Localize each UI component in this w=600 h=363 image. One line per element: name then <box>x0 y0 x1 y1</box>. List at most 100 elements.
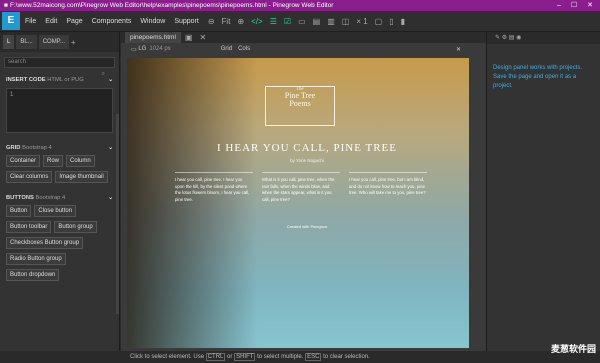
grid-items: Container Row Column Clear columns Image… <box>0 155 119 187</box>
left-panel: L BL... COMP... + search ⌕ INSERT CODE H… <box>0 32 120 351</box>
code-view-icon[interactable]: </> <box>251 17 263 26</box>
right-panel-toolbar: ✎ ⚙ ▤ ◉ <box>487 32 600 44</box>
line-number: 1 <box>10 92 14 98</box>
close-preview-icon[interactable]: ✕ <box>456 46 461 53</box>
section-title: GRID <box>6 145 21 151</box>
search-icon[interactable]: ⌕ <box>102 71 105 78</box>
inspector-icon[interactable]: ▭ <box>298 17 306 26</box>
component-button[interactable]: Button <box>6 205 32 217</box>
settings-icon[interactable]: ⚙ <box>502 35 509 41</box>
tab-components[interactable]: COMP... <box>38 35 69 49</box>
key-ctrl: CTRL <box>205 353 226 361</box>
poem-column-1: I hear you call, pine tree, I hear you u… <box>175 172 253 203</box>
component-row[interactable]: Row <box>43 155 64 167</box>
maximize-button[interactable]: ☐ <box>568 0 580 11</box>
monitor-icon[interactable]: ▭ <box>131 46 138 53</box>
viewport-width: 1024 px <box>149 46 171 52</box>
menu-bar: E File Edit Page Components Window Suppo… <box>0 11 600 32</box>
desktop-icon[interactable]: ▢ <box>375 17 383 26</box>
minimize-button[interactable]: – <box>553 0 565 11</box>
fit-button[interactable]: Fit <box>222 17 231 26</box>
component-radio-button-group[interactable]: Radio Button group <box>6 253 66 265</box>
menu-file[interactable]: File <box>25 18 36 25</box>
poem-heading: I HEAR YOU CALL, PINE TREE <box>217 142 397 154</box>
design-icon[interactable]: ✎ <box>495 35 502 41</box>
pine-tree-image <box>127 58 257 348</box>
files-icon[interactable]: ▤ <box>509 35 516 41</box>
component-button-dropdown[interactable]: Button dropdown <box>6 269 60 281</box>
left-panel-tabs: L BL... COMP... + <box>0 32 119 52</box>
window-title: F:\www.52maicong.com\Pinegrow Web Editor… <box>10 2 334 9</box>
multiplier-label[interactable]: × 1 <box>356 17 367 26</box>
close-button[interactable]: ✕ <box>584 0 596 11</box>
menu-window[interactable]: Window <box>140 18 165 25</box>
eye-icon[interactable]: ◉ <box>516 35 521 41</box>
page-preview[interactable]: The Pine Tree Poems I HEAR YOU CALL, PIN… <box>127 58 469 348</box>
search-input[interactable]: search <box>4 57 115 68</box>
watermark: 麦葱软件园 <box>550 344 596 354</box>
status-text: to clear selection. <box>323 354 370 360</box>
check-icon[interactable]: ☑ <box>284 17 291 26</box>
component-image-thumbnail[interactable]: Image thumbnail <box>55 171 108 183</box>
columns-icon[interactable]: ▥ <box>327 17 335 26</box>
chevron-down-icon[interactable]: ⌄ <box>108 195 113 201</box>
component-checkboxes-button-group[interactable]: Checkboxes Button group <box>6 237 84 249</box>
grid-header[interactable]: GRID Bootstrap 4 ⌄ <box>0 141 119 155</box>
section-subtitle: Bootstrap 4 <box>22 145 52 151</box>
viewport-bar: ▭ LG 1024 px Grid Cols ✕ <box>121 43 486 55</box>
section-subtitle: HTML or PUG <box>47 77 84 83</box>
left-scrollbar[interactable] <box>116 114 119 314</box>
phone-icon[interactable]: ▮ <box>401 17 405 26</box>
button-items: Button Close button Button toolbar Butto… <box>0 205 119 285</box>
app-icon: ■ <box>4 2 8 9</box>
editor-tabs: pinepoems.html ▣ ✕ <box>121 32 486 43</box>
pinegrow-logo-icon[interactable]: E <box>2 12 20 30</box>
grid-toggle[interactable]: Grid <box>221 46 232 52</box>
chevron-down-icon[interactable]: ⌄ <box>108 77 113 83</box>
poem-column-2: What is it you call, pine tree, when the… <box>262 172 340 203</box>
title-bar: ■ F:\www.52maicong.com\Pinegrow Web Edit… <box>0 0 600 11</box>
poem-byline: by Yone Noguchi <box>290 158 324 163</box>
code-editor[interactable]: 1 <box>6 88 113 133</box>
menu-edit[interactable]: Edit <box>45 18 57 25</box>
tab-library[interactable]: L <box>3 35 15 49</box>
component-button-toolbar[interactable]: Button toolbar <box>6 221 52 233</box>
status-bar: Click to select element. Use CTRL or SHI… <box>0 351 600 363</box>
status-text: to select multiple. <box>257 354 304 360</box>
component-clear-columns[interactable]: Clear columns <box>6 171 53 183</box>
status-text: Click to select element. Use <box>130 354 205 360</box>
menu-support[interactable]: Support <box>174 18 199 25</box>
design-panel-message: Design panel works with projects. Save t… <box>493 65 583 89</box>
add-tab-icon[interactable]: + <box>71 38 76 47</box>
component-container[interactable]: Container <box>6 155 41 167</box>
zoom-in-icon[interactable]: ⊕ <box>237 17 244 26</box>
save-icon[interactable]: ▣ <box>185 33 193 42</box>
tablet-icon[interactable]: ▯ <box>389 17 393 26</box>
site-logo: The Pine Tree Poems <box>265 86 335 126</box>
layout-icon[interactable]: ▤ <box>313 17 321 26</box>
credit-text: Created with Pinegrow <box>286 224 328 229</box>
menu-page[interactable]: Page <box>66 18 82 25</box>
close-tab-icon[interactable]: ✕ <box>199 33 206 42</box>
right-panel: ✎ ⚙ ▤ ◉ Design panel works with projects… <box>486 32 600 351</box>
poem-column-3: I hear you call, pine tree, but I am bli… <box>349 172 427 197</box>
section-subtitle: Bootstrap 4 <box>35 195 66 201</box>
buttons-header[interactable]: BUTTONS Bootstrap 4 ⌄ <box>0 191 119 205</box>
zoom-out-icon[interactable]: ⊖ <box>208 17 215 26</box>
chevron-down-icon[interactable]: ⌄ <box>108 145 113 151</box>
key-shift: SHIFT <box>234 353 256 361</box>
menu-components[interactable]: Components <box>92 18 132 25</box>
tree-view-icon[interactable]: ☰ <box>270 17 277 26</box>
tab-pinepoems[interactable]: pinepoems.html <box>125 32 181 43</box>
cols-toggle[interactable]: Cols <box>238 46 250 52</box>
status-text: or <box>227 354 233 360</box>
component-close-button[interactable]: Close button <box>34 205 77 217</box>
logo-line2: Poems <box>289 99 311 108</box>
component-button-group[interactable]: Button group <box>54 221 97 233</box>
tab-blocks[interactable]: BL... <box>16 35 37 49</box>
section-title: INSERT CODE <box>6 77 46 83</box>
viewport-size[interactable]: LG <box>138 46 146 52</box>
component-column[interactable]: Column <box>66 155 95 167</box>
preview-icon[interactable]: ◫ <box>342 17 350 26</box>
editor-area: pinepoems.html ▣ ✕ ▭ LG 1024 px Grid Col… <box>121 32 486 351</box>
